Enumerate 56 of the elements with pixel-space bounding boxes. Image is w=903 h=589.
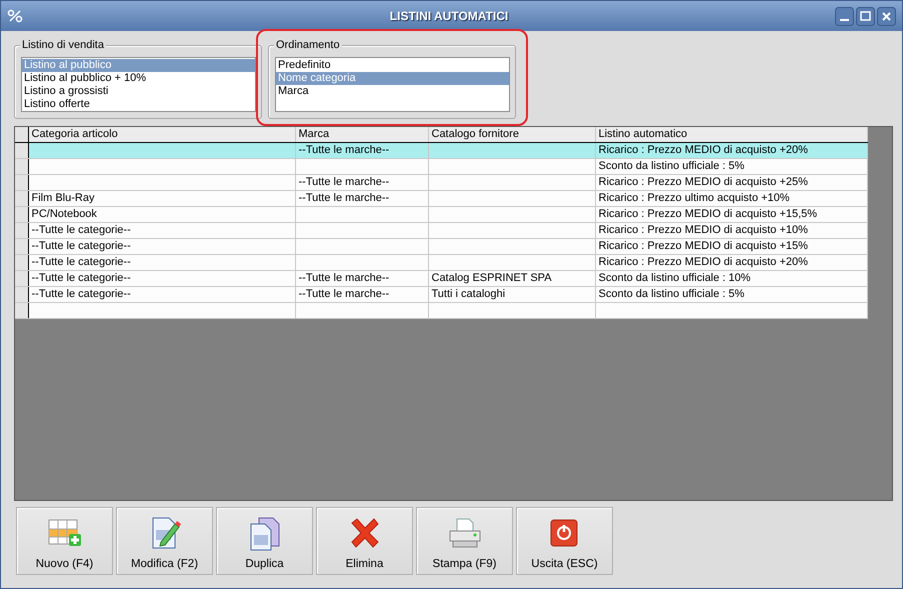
table-row[interactable]: --Tutte le categorie-- Ricarico : Prezzo MEDIO di acquisto +15% — [15, 238, 867, 254]
table-cell: Ricarico : Prezzo MEDIO di acquisto +25% — [598, 176, 808, 188]
list-item[interactable]: Listino al pubblico + 10% — [22, 72, 255, 85]
table-cell: --Tutte le marche-- — [298, 272, 390, 284]
table-cell: Ricarico : Prezzo MEDIO di acquisto +20% — [598, 256, 808, 268]
list-item[interactable]: Listino offerte — [22, 98, 255, 111]
table-cell: Sconto da listino ufficiale : 5% — [598, 160, 744, 172]
table-cell: Ricarico : Prezzo MEDIO di acquisto +10% — [598, 224, 808, 236]
list-box[interactable]: Predefinito Nome categoria Marca — [275, 57, 510, 112]
maximize-icon[interactable] — [856, 6, 875, 26]
table-cell: --Tutte le marche-- — [298, 144, 390, 156]
table-cell: --Tutte le categorie-- — [32, 272, 131, 284]
minimize-icon[interactable] — [835, 6, 854, 26]
table-row[interactable]: --Tutte le categorie-- Ricarico : Prezzo MEDIO di acquisto +10% — [15, 222, 867, 238]
table-cell: --Tutte le marche-- — [298, 288, 390, 300]
table-row[interactable]: Sconto da listino ufficiale : 5% — [15, 158, 867, 174]
table-row[interactable]: PC/Notebook Ricarico : Prezzo MEDIO di acquisto +15,5% — [15, 206, 867, 222]
table-cell: Catalog ESPRINET SPA — [432, 272, 552, 284]
table-cell: Ricarico : Prezzo MEDIO di acquisto +20% — [598, 144, 808, 156]
list-item[interactable]: Marca — [276, 85, 509, 98]
table-cell: --Tutte le categorie-- — [32, 240, 131, 252]
column-header[interactable]: Marca — [295, 127, 428, 142]
table-row[interactable]: --Tutte le marche-- Ricarico : Prezzo MEDIO di acquisto +25% — [15, 174, 867, 190]
table-cell: Ricarico : Prezzo MEDIO di acquisto +15% — [598, 240, 808, 252]
table-row[interactable]: --Tutte le categorie-- Ricarico : Prezzo MEDIO di acquisto +20% — [15, 254, 867, 270]
close-icon[interactable] — [877, 6, 896, 26]
table-cell: Sconto da listino ufficiale : 5% — [598, 288, 744, 300]
table-row[interactable]: --Tutte le categorie-- --Tutte le marche-- Tutti i cataloghi Sconto da listino ufficiale : 5% — [15, 286, 867, 302]
toolbar-button[interactable]: Modifica (F2) — [116, 507, 213, 575]
table-cell: Ricarico : Prezzo ultimo acquisto +10% — [598, 192, 790, 204]
toolbar-button[interactable]: Duplica — [216, 507, 313, 575]
list-item[interactable]: Predefinito — [276, 59, 509, 72]
toolbar-button[interactable]: Uscita (ESC) — [516, 507, 613, 575]
column-header[interactable]: Listino automatico — [595, 127, 867, 142]
table-cell: Ricarico : Prezzo MEDIO di acquisto +15,5% — [598, 208, 818, 220]
toolbar-button[interactable]: Elimina — [316, 507, 413, 575]
column-header[interactable]: Categoria articolo — [28, 127, 295, 142]
table-cell: --Tutte le categorie-- — [32, 288, 131, 300]
table-cell: PC/Notebook — [32, 208, 97, 220]
toolbar-button[interactable]: Stampa (F9) — [416, 507, 513, 575]
table-cell: Tutti i cataloghi — [432, 288, 506, 300]
table-row[interactable]: --Tutte le marche-- Ricarico : Prezzo MEDIO di acquisto +20% — [15, 142, 867, 158]
table-cell: --Tutte le categorie-- — [32, 224, 131, 236]
table-row[interactable]: Film Blu-Ray --Tutte le marche-- Ricarico : Prezzo ultimo acquisto +10% — [15, 190, 867, 206]
window-title: LISTINI AUTOMATICI — [388, 9, 510, 23]
table-cell: Sconto da listino ufficiale : 10% — [598, 272, 751, 284]
table-cell: Film Blu-Ray — [32, 192, 94, 204]
column-header[interactable]: Catalogo fornitore — [428, 127, 595, 142]
toolbar-button[interactable]: Nuovo (F4) — [16, 507, 113, 575]
list-item[interactable]: Listino a grossisti — [22, 85, 255, 98]
table-cell: --Tutte le categorie-- — [32, 256, 131, 268]
table-cell: --Tutte le marche-- — [298, 192, 390, 204]
table-cell: --Tutte le marche-- — [298, 176, 390, 188]
list-box[interactable]: Listino al pubblico Listino al pubblico + 10% Listino a grossisti Listino offerte — [21, 57, 256, 112]
table-row[interactable]: --Tutte le categorie-- --Tutte le marche-- Catalog ESPRINET SPA Sconto da listino ufficiale : 10% — [15, 270, 867, 286]
app-icon — [7, 9, 23, 23]
